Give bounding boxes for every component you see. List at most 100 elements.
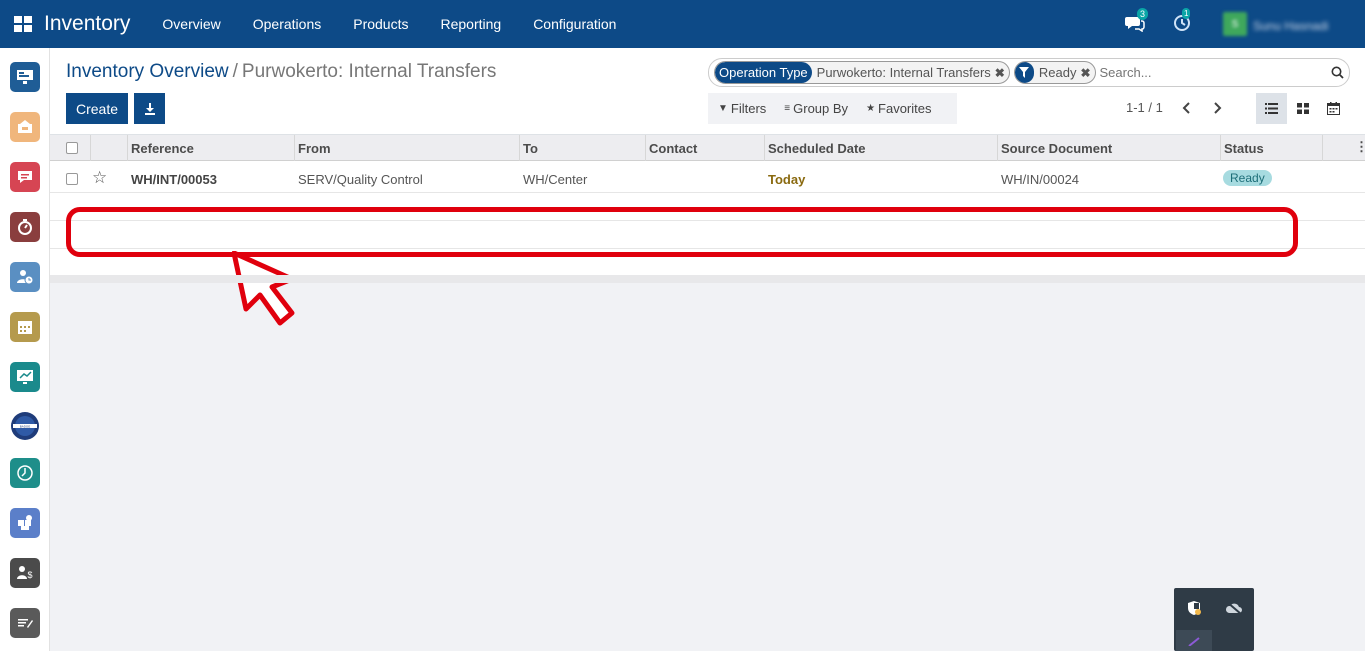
sidebar-app-payroll-icon[interactable]: $: [10, 558, 40, 588]
download-icon: [144, 102, 155, 115]
facet-value: Purwokerto: Internal Transfers: [816, 65, 991, 80]
status-badge: Ready: [1223, 170, 1272, 186]
cloud-off-icon[interactable]: [1224, 598, 1244, 618]
sidebar-app-timer-icon[interactable]: [10, 212, 40, 242]
empty-row: [50, 221, 1365, 249]
transfers-list-view: Reference From To Contact Scheduled Date…: [50, 135, 1365, 326]
empty-row: [50, 249, 1365, 277]
pen-icon[interactable]: [1176, 630, 1212, 651]
table-row[interactable]: ☆ WH/INT/00053 SERV/Quality Control WH/C…: [50, 165, 1365, 193]
sidebar-app-timesheet-icon[interactable]: [10, 458, 40, 488]
cell-reference[interactable]: WH/INT/00053: [131, 172, 217, 187]
control-panel: Inventory Overview / Purwokerto: Internal …: [50, 48, 1365, 135]
breadcrumb-separator: /: [232, 61, 238, 82]
top-navbar: Inventory Overview Operations Products R…: [0, 0, 1365, 48]
group-by-dropdown[interactable]: ≡ Group By: [784, 101, 848, 116]
filter-icon: [1014, 62, 1034, 83]
sidebar-app-discuss-icon[interactable]: [10, 162, 40, 192]
list-footer-band: [50, 275, 1365, 283]
cell-source-document: WH/IN/00024: [1001, 172, 1080, 187]
kanban-icon: [1296, 103, 1309, 114]
pager-previous-button[interactable]: [1176, 96, 1196, 120]
empty-row: [50, 193, 1365, 221]
column-divider: [645, 135, 646, 161]
favorite-star-icon[interactable]: ☆: [92, 168, 107, 188]
facet-label: Operation Type: [715, 62, 812, 83]
create-button[interactable]: Create: [66, 93, 128, 124]
column-divider: [519, 135, 520, 161]
sidebar-app-attendance-icon[interactable]: [10, 262, 40, 292]
sidebar-app-badge-icon[interactable]: BADGE: [9, 410, 41, 442]
breadcrumb: Inventory Overview / Purwokerto: Internal …: [66, 61, 496, 83]
calendar-view-button[interactable]: [1318, 93, 1349, 124]
column-source-document[interactable]: Source Document: [1001, 141, 1112, 156]
search-icon[interactable]: [1325, 66, 1349, 79]
app-title[interactable]: Inventory: [44, 12, 130, 36]
chevron-left-icon: [1182, 102, 1190, 114]
group-by-label: Group By: [793, 101, 849, 116]
facet-operation-type[interactable]: Operation Type Purwokerto: Internal Tran…: [714, 61, 1010, 84]
menu-overview[interactable]: Overview: [162, 16, 220, 32]
list-view-button[interactable]: [1256, 93, 1287, 124]
search-bar: Operation Type Purwokerto: Internal Tran…: [708, 58, 1350, 87]
user-name[interactable]: Sunu Hasnadi: [1253, 19, 1349, 33]
column-divider: [1220, 135, 1221, 161]
menu-operations[interactable]: Operations: [253, 16, 321, 32]
column-divider: [1322, 135, 1323, 161]
column-scheduled-date[interactable]: Scheduled Date: [768, 141, 866, 156]
apps-menu-icon[interactable]: [0, 0, 46, 48]
favorites-label: Favorites: [878, 101, 932, 116]
filters-dropdown[interactable]: ▼ Filters: [718, 101, 766, 116]
activity-count-badge: 1: [1182, 8, 1191, 19]
column-reference[interactable]: Reference: [131, 141, 194, 156]
app-sidebar: BADGE $: [0, 48, 50, 651]
avatar[interactable]: S: [1223, 12, 1247, 36]
filter-icon: ▼: [718, 103, 728, 114]
breadcrumb-parent-link[interactable]: Inventory Overview: [66, 61, 229, 82]
calendar-icon: [1327, 102, 1340, 115]
menu-configuration[interactable]: Configuration: [533, 16, 616, 32]
search-options-bar: ▼ Filters ≡ Group By ★ Favorites: [708, 93, 957, 124]
column-from[interactable]: From: [298, 141, 331, 156]
menu-products[interactable]: Products: [353, 16, 408, 32]
cell-to: WH/Center: [523, 172, 588, 187]
cell-from: SERV/Quality Control: [298, 172, 423, 187]
facet-value: Ready: [1038, 65, 1077, 80]
chat-count-badge: 3: [1137, 8, 1149, 20]
kanban-view-button[interactable]: [1287, 93, 1318, 124]
sidebar-app-calendar-icon[interactable]: [10, 312, 40, 342]
filters-label: Filters: [730, 101, 767, 116]
table-header: Reference From To Contact Scheduled Date…: [50, 135, 1365, 161]
menu-reporting[interactable]: Reporting: [440, 16, 501, 32]
chat-icon[interactable]: 3: [1125, 8, 1149, 34]
facet-filter-ready[interactable]: Ready ✖: [1013, 61, 1096, 84]
shield-icon[interactable]: [1184, 598, 1204, 618]
column-divider: [294, 135, 295, 161]
download-button[interactable]: [134, 93, 165, 124]
svg-text:BADGE: BADGE: [20, 425, 31, 429]
row-checkbox[interactable]: [66, 173, 78, 185]
sidebar-app-notes-icon[interactable]: [10, 608, 40, 638]
column-divider: [764, 135, 765, 161]
column-divider: [90, 135, 91, 161]
column-to[interactable]: To: [523, 141, 538, 156]
facet-remove-icon[interactable]: ✖: [995, 66, 1005, 80]
column-divider: [997, 135, 998, 161]
sidebar-app-delivery-icon[interactable]: [10, 508, 40, 538]
search-input[interactable]: [1099, 61, 1325, 84]
list-icon: [1265, 103, 1278, 114]
column-status[interactable]: Status: [1224, 141, 1264, 156]
column-contact[interactable]: Contact: [649, 141, 697, 156]
sidebar-app-dashboard-icon[interactable]: [10, 62, 40, 92]
select-all-checkbox[interactable]: [66, 142, 78, 154]
sidebar-app-website-icon[interactable]: [10, 362, 40, 392]
pager-next-button[interactable]: [1208, 96, 1228, 120]
favorites-dropdown[interactable]: ★ Favorites: [866, 101, 931, 116]
facet-remove-icon[interactable]: ✖: [1080, 66, 1090, 80]
sidebar-app-inventory-icon[interactable]: [10, 112, 40, 142]
star-icon: ★: [866, 103, 876, 114]
pager-value[interactable]: 1-1 / 1: [1126, 100, 1163, 115]
optional-columns-icon[interactable]: ⋮: [1355, 139, 1365, 155]
clock-icon[interactable]: 1: [1173, 8, 1193, 34]
main-content: Inventory Overview / Purwokerto: Internal …: [50, 48, 1365, 651]
